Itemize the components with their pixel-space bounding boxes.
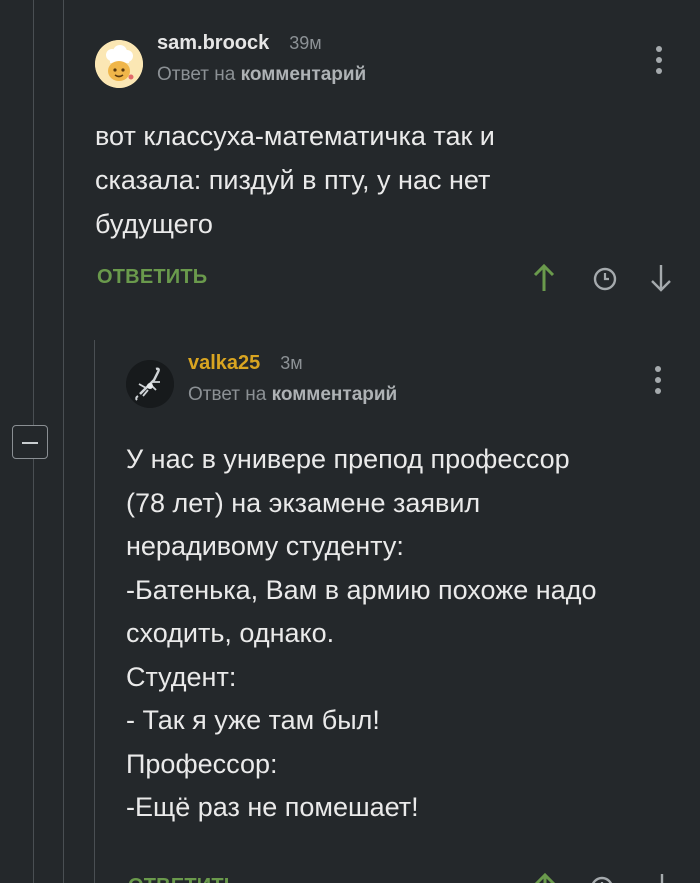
username[interactable]: valka25 [188,352,260,375]
comment-time: 3м [280,353,303,373]
downvote-button[interactable] [646,867,678,883]
thread-guide-line[interactable] [94,340,95,883]
comment-meta: valka25 3м Ответ на комментарий [188,352,397,406]
arrow-down-icon [660,874,664,883]
comment-meta: sam.broock 39м Ответ на комментарий [157,32,366,86]
upvote-button[interactable] [529,867,561,883]
scorpion-avatar-icon [126,360,174,408]
collapse-thread-button[interactable] [12,425,48,459]
reply-button[interactable]: ОТВЕТИТЬ [97,266,207,289]
comments-page: sam.broock 39м Ответ на комментарий вот … [0,0,700,883]
kebab-menu-icon [655,366,661,372]
upvote-button[interactable] [528,258,560,298]
reply-to-label: Ответ на [188,384,267,405]
history-button[interactable] [586,867,618,883]
comment-time: 39м [289,33,322,53]
clock-icon [593,267,617,291]
arrow-up-icon [534,872,556,883]
reply-to-label: Ответ на [157,64,236,85]
username[interactable]: sam.broock [157,32,269,55]
reply-to-link[interactable]: комментарий [272,384,398,405]
minus-icon [22,442,38,444]
arrow-up-icon [533,263,555,291]
comment-body: вот классуха-математичка так и сказала: … [95,121,495,239]
thread-guide-line[interactable] [63,0,64,883]
comment-menu-button[interactable] [654,366,662,396]
history-button[interactable] [589,258,621,298]
downvote-button[interactable] [645,258,677,298]
comment-actions: ОТВЕТИТЬ [95,258,685,298]
reply-button[interactable]: ОТВЕТИТЬ [128,875,238,883]
avatar[interactable] [126,360,174,408]
chef-hat-avatar-icon [95,40,143,88]
clock-icon [591,876,613,883]
comment-body: У нас в универе препод профессор (78 лет… [126,444,597,822]
comment-actions: ОТВЕТИТЬ [126,867,700,883]
reply-to-row: Ответ на комментарий [157,64,366,86]
kebab-menu-icon [656,46,662,52]
reply-to-row: Ответ на комментарий [188,384,397,406]
reply-to-link[interactable]: комментарий [241,64,367,85]
comment-menu-button[interactable] [655,46,663,76]
avatar[interactable] [95,40,143,88]
arrow-down-icon [651,265,671,292]
